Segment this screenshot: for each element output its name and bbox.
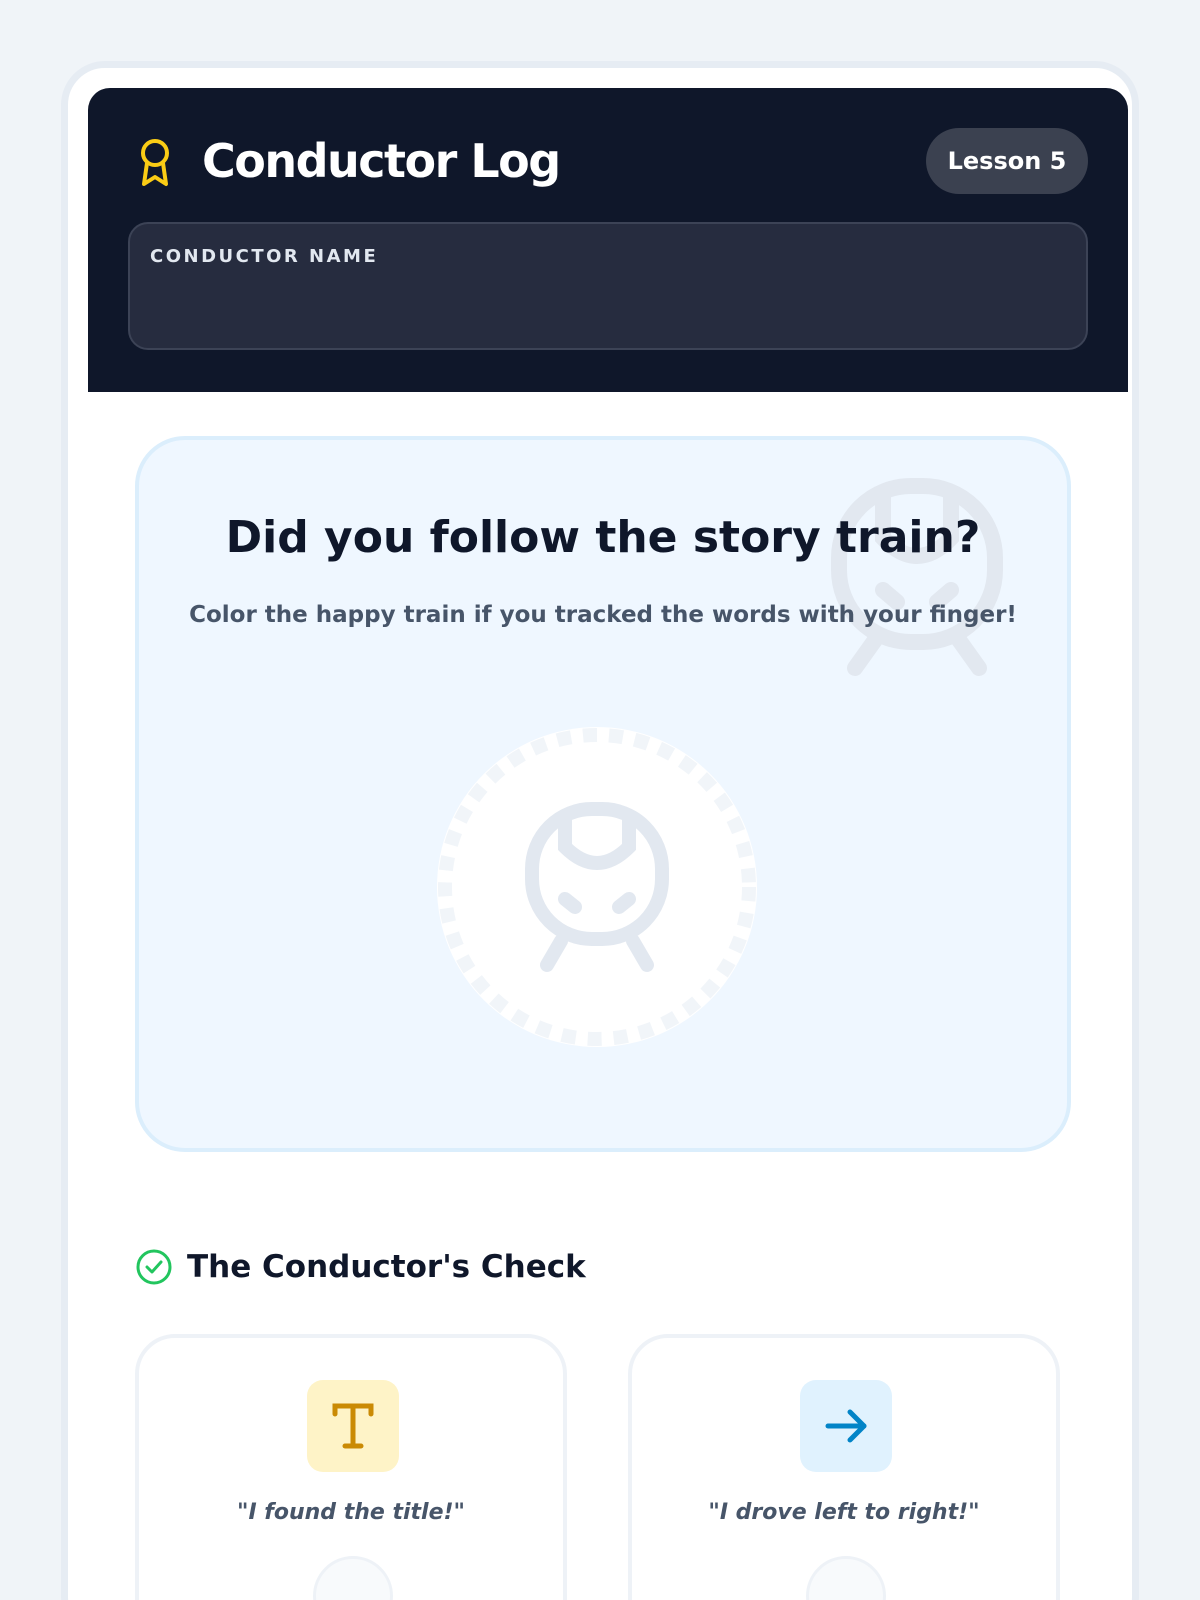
question-title: Did you follow the story train?	[225, 512, 981, 563]
lesson-badge: Lesson 5	[926, 128, 1088, 194]
skill-quote: "I drove left to right!"	[708, 1500, 980, 1525]
conductor-name-label: CONDUCTOR NAME	[150, 246, 379, 267]
train-icon	[831, 478, 1003, 676]
happy-train-coloring-target[interactable]	[437, 727, 757, 1047]
check-circle-icon	[136, 1249, 172, 1285]
header: Conductor Log Lesson 5 CONDUCTOR NAME	[88, 88, 1128, 392]
train-icon	[525, 802, 669, 972]
skill-quote: "I found the title!"	[236, 1500, 465, 1525]
skill-color-circle[interactable]	[806, 1556, 886, 1600]
app-title: Conductor Log	[202, 134, 561, 188]
skill-color-circle[interactable]	[313, 1556, 393, 1600]
conductor-name-input[interactable]	[150, 282, 1066, 332]
award-ribbon-icon	[141, 139, 169, 186]
log-sheet: Conductor Log Lesson 5 CONDUCTOR NAME Di…	[61, 61, 1139, 1600]
conductor-check-title: The Conductor's Check	[187, 1249, 586, 1285]
skill-card-title: "I found the title!"	[135, 1334, 567, 1600]
type-icon	[307, 1380, 399, 1472]
skill-card-direction: "I drove left to right!"	[628, 1334, 1060, 1600]
story-train-card: Did you follow the story train? Color th…	[135, 436, 1071, 1152]
arrow-right-icon	[800, 1380, 892, 1472]
question-instructions: Color the happy train if you tracked the…	[189, 602, 1017, 628]
conductor-name-field[interactable]: CONDUCTOR NAME	[128, 222, 1088, 350]
